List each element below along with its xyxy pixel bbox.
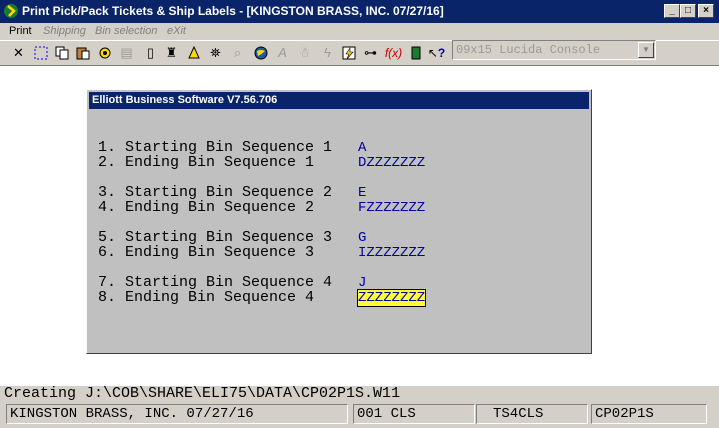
field-label-2: 2. Ending Bin Sequence 1 — [98, 154, 315, 171]
menu-shipping[interactable]: Shipping — [43, 25, 86, 37]
select-icon[interactable] — [31, 43, 50, 62]
field-value-1[interactable]: A — [358, 140, 366, 156]
title-bar: Print Pick/Pack Tickets & Ship Labels - … — [0, 0, 719, 23]
paste-icon[interactable] — [73, 43, 92, 62]
maximize-button[interactable]: □ — [680, 4, 696, 18]
status-company: KINGSTON BRASS, INC. 07/27/16 — [6, 404, 348, 424]
font-icon[interactable]: A — [273, 43, 292, 62]
field-value-2[interactable]: DZZZZZZZ — [358, 155, 425, 171]
function-icon[interactable]: f(x) — [384, 43, 403, 62]
menu-exit[interactable]: eXit — [167, 25, 186, 37]
copy-icon[interactable] — [52, 43, 71, 62]
bell-icon[interactable] — [184, 43, 203, 62]
status-bar: KINGSTON BRASS, INC. 07/27/16 001 CLS TS… — [0, 402, 719, 428]
status-program: CP02P1S — [591, 404, 707, 424]
document-icon[interactable]: ▯ — [141, 43, 160, 62]
window-title: Print Pick/Pack Tickets & Ship Labels - … — [22, 4, 444, 18]
menu-bin-selection[interactable]: Bin selection — [95, 25, 157, 37]
lightning-icon[interactable]: ϟ — [318, 43, 337, 62]
menu-print[interactable]: Print — [9, 25, 32, 37]
close-icon[interactable]: ✕ — [9, 43, 28, 62]
font-select-value: 09x15 Lucida Console — [456, 43, 601, 57]
link-icon[interactable]: ⊶ — [361, 43, 380, 62]
field-value-5[interactable]: G — [358, 230, 366, 246]
close-button[interactable]: × — [698, 4, 714, 18]
app-icon — [4, 4, 18, 18]
dialog-title: Elliott Business Software V7.56.706 — [89, 92, 589, 109]
field-value-7[interactable]: J — [358, 275, 366, 291]
magnifier-icon[interactable]: ⌕ — [228, 43, 247, 62]
field-label-6: 6. Ending Bin Sequence 3 — [98, 244, 315, 261]
status-message: Creating J:\COB\SHARE\ELI75\DATA\CP02P1S… — [4, 385, 401, 402]
globe-icon[interactable] — [251, 43, 270, 62]
properties-icon[interactable]: ▤ — [117, 43, 136, 62]
help-person-icon[interactable]: ☃ — [295, 43, 314, 62]
whats-this-icon[interactable]: ↖? — [427, 43, 446, 62]
font-select[interactable]: 09x15 Lucida Console ▼ — [452, 40, 656, 60]
print-setup-icon[interactable]: ♜ — [162, 43, 181, 62]
field-label-4: 4. Ending Bin Sequence 2 — [98, 199, 315, 216]
run-icon[interactable] — [339, 43, 358, 62]
minimize-button[interactable]: _ — [664, 4, 680, 18]
book-icon[interactable] — [406, 43, 425, 62]
chevron-down-icon[interactable]: ▼ — [638, 42, 654, 58]
bin-sequence-dialog: Elliott Business Software V7.56.706 — [86, 89, 592, 354]
field-value-6[interactable]: IZZZZZZZ — [358, 245, 425, 261]
settings-icon[interactable] — [95, 43, 114, 62]
field-value-4[interactable]: FZZZZZZZ — [358, 200, 425, 216]
field-value-3[interactable]: E — [358, 185, 366, 201]
binoculars-icon[interactable]: ⛯ — [206, 43, 225, 62]
menu-bar: Print Shipping Bin selection eXit — [0, 23, 719, 40]
status-user: 001 CLS — [353, 404, 475, 424]
field-label-8: 8. Ending Bin Sequence 4 — [98, 289, 315, 306]
field-value-8-active[interactable]: ZZZZZZZZ — [356, 289, 427, 307]
status-terminal: TS4CLS — [476, 404, 588, 424]
